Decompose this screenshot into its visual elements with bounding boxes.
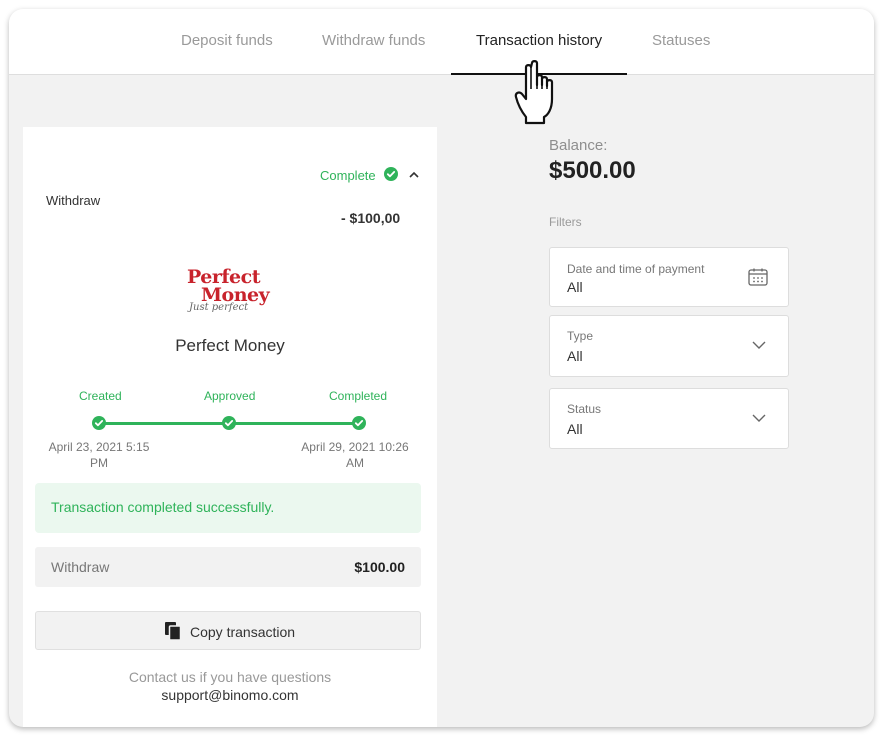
transaction-amount: - $100,00 (341, 210, 401, 226)
support-email-link[interactable]: support@binomo.com (23, 687, 437, 703)
date-filter-label: Date and time of payment (567, 262, 705, 276)
date-filter[interactable]: Date and time of payment All (549, 247, 789, 307)
status-filter-value: All (567, 421, 583, 437)
tab-deposit-funds[interactable]: Deposit funds (181, 32, 273, 49)
success-banner: Transaction completed successfully. (35, 483, 421, 533)
hand-pointer-cursor-icon (514, 60, 554, 125)
success-message: Transaction completed successfully. (51, 499, 275, 515)
tab-withdraw-funds[interactable]: Withdraw funds (322, 32, 425, 49)
copy-transaction-button[interactable]: Copy transaction (35, 611, 421, 650)
type-filter[interactable]: Type All (549, 315, 789, 377)
date-filter-value: All (567, 279, 583, 295)
step-label-approved: Approved (204, 389, 256, 403)
check-circle-icon (384, 167, 398, 181)
calendar-icon (748, 268, 768, 286)
perfect-money-logo: Perfect Money Just perfect (187, 266, 270, 313)
amount-summary-row: Withdraw $100.00 (35, 547, 421, 587)
chevron-down-icon (752, 414, 766, 422)
summary-label: Withdraw (51, 559, 110, 575)
transaction-type: Withdraw (46, 193, 101, 208)
status-filter[interactable]: Status All (549, 388, 789, 449)
transaction-status: Complete (320, 168, 376, 183)
chevron-up-icon[interactable] (409, 171, 419, 178)
step-label-completed: Completed (329, 389, 388, 403)
filters-title: Filters (549, 215, 582, 229)
contact-text: Contact us if you have questions (128, 669, 332, 685)
step-check-icon (92, 416, 106, 430)
copy-icon (165, 622, 182, 641)
summary-value: $100.00 (354, 559, 405, 575)
type-filter-label: Type (567, 329, 594, 343)
tab-statuses[interactable]: Statuses (652, 32, 710, 49)
chevron-down-icon (752, 341, 766, 349)
step-check-icon (352, 416, 366, 430)
step-label-created: Created (79, 389, 122, 403)
balance-value: $500.00 (549, 157, 636, 184)
balance-label: Balance: (549, 137, 608, 154)
type-filter-value: All (567, 348, 583, 364)
step-check-icon (222, 416, 236, 430)
copy-button-label: Copy transaction (190, 624, 296, 640)
status-filter-label: Status (567, 402, 602, 416)
tab-transaction-history[interactable]: Transaction history (476, 32, 602, 49)
transaction-card: Complete Withdraw - $100,00 Perfect Mone… (23, 127, 437, 727)
step-date-created: April 23, 2021 5:15 PM (48, 440, 150, 470)
payment-method-name: Perfect Money (175, 336, 285, 355)
step-date-completed: April 29, 2021 10:26 AM (301, 440, 409, 470)
app-window: Deposit funds Withdraw funds Transaction… (9, 9, 874, 727)
tab-bar: Deposit funds Withdraw funds Transaction… (9, 9, 874, 75)
